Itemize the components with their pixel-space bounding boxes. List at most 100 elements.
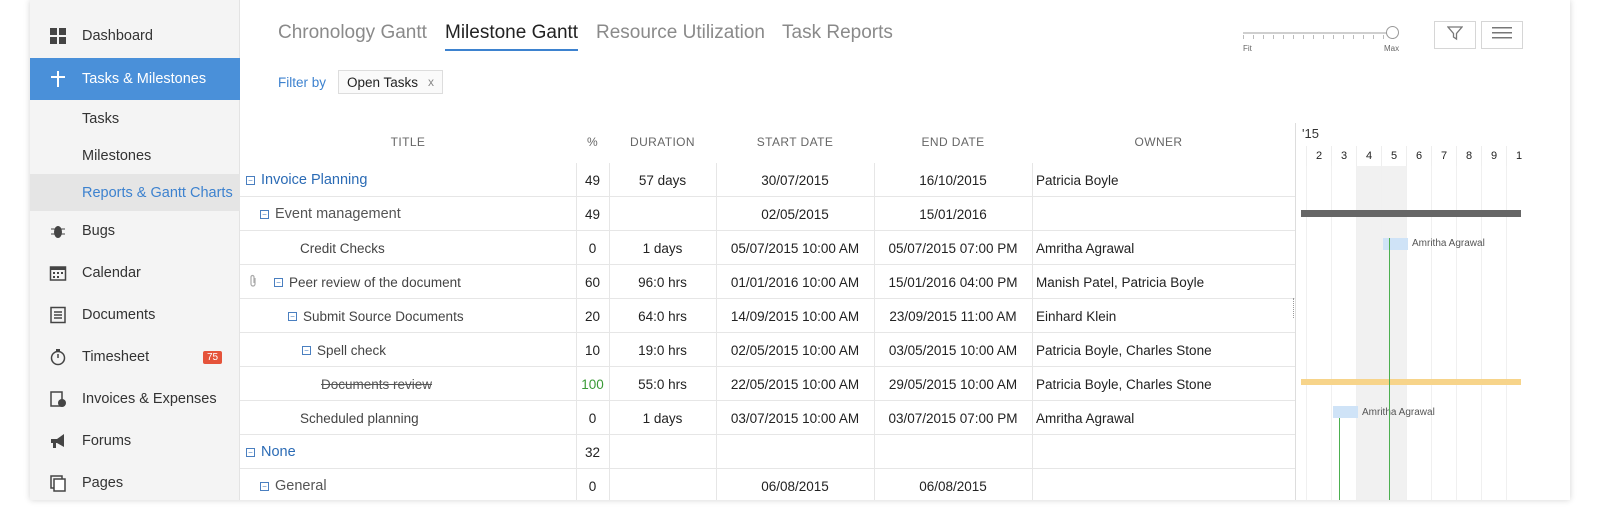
tab-resource-utilization[interactable]: Resource Utilization	[596, 22, 765, 44]
zoom-tick	[1323, 35, 1324, 39]
filter-chip-label: Open Tasks	[347, 74, 419, 90]
tab-task-reports[interactable]: Task Reports	[782, 22, 893, 44]
sidebar-item-forums[interactable]: Forums	[30, 420, 240, 462]
zoom-fit-label: Fit	[1243, 44, 1252, 53]
filter-chip-open-tasks[interactable]: Open Tasks x	[338, 70, 444, 94]
row-title[interactable]: Scheduled planning	[300, 411, 419, 426]
tab-milestone-gantt[interactable]: Milestone Gantt	[445, 22, 579, 51]
row-title-cell[interactable]: Documents review	[321, 367, 432, 401]
sidebar-item-label: Calendar	[82, 265, 141, 281]
row-percent: 0	[588, 410, 597, 426]
table-row[interactable]: Scheduled planning 0 1 days 03/07/2015 10:0…	[240, 401, 1295, 435]
row-start-date: 22/05/2015 10:00 AM	[730, 376, 860, 392]
gantt-bar-label: Amritha Agrawal	[1412, 238, 1485, 249]
gantt-day-label: 1	[1506, 146, 1531, 166]
menu-button[interactable]	[1481, 21, 1523, 49]
tasks-icon	[48, 69, 68, 89]
sidebar-subitem-tasks[interactable]: Tasks	[30, 100, 240, 137]
row-title-cell[interactable]: − Submit Source Documents	[288, 299, 464, 333]
table-row[interactable]: − Event management 49 02/05/2015 15/01/2016	[240, 197, 1295, 231]
row-title[interactable]: General	[275, 478, 327, 494]
sidebar-item-dashboard[interactable]: Dashboard	[30, 15, 240, 57]
row-end-date	[874, 435, 1032, 469]
row-title-cell[interactable]: − General	[260, 469, 327, 500]
sidebar-item-invoices[interactable]: Invoices & Expenses	[30, 378, 240, 420]
collapse-toggle-icon[interactable]: −	[246, 447, 255, 457]
gantt-summary-bar[interactable]	[1301, 210, 1521, 217]
row-title[interactable]: Invoice Planning	[261, 172, 367, 188]
row-title[interactable]: Documents review	[321, 377, 432, 392]
gantt-day-label: 3	[1331, 146, 1356, 166]
row-percent: 10	[584, 342, 601, 358]
zoom-tick	[1343, 35, 1344, 39]
filter-button[interactable]	[1434, 21, 1476, 49]
gantt-day-label: 8	[1456, 146, 1481, 166]
tab-chronology-gantt[interactable]: Chronology Gantt	[278, 22, 427, 44]
table-row[interactable]: − Invoice Planning 49 57 days 30/07/2015 16/1…	[240, 163, 1295, 197]
collapse-toggle-icon[interactable]: −	[260, 209, 269, 219]
zoom-tick	[1273, 35, 1274, 39]
row-title-cell[interactable]: Credit Checks	[300, 231, 385, 265]
sidebar-subitem-milestones[interactable]: Milestones	[30, 137, 240, 174]
gantt-task-bar[interactable]	[1333, 406, 1358, 418]
gantt-task-bar[interactable]	[1383, 238, 1408, 250]
table-row[interactable]: Credit Checks 0 1 days 05/07/2015 10:00 AM 0…	[240, 231, 1295, 265]
zoom-slider[interactable]	[1243, 32, 1395, 34]
table-row[interactable]: − Spell check 10 19:0 hrs 02/05/2015 10:00 A…	[240, 333, 1295, 367]
remove-filter-icon[interactable]: x	[428, 75, 434, 89]
timesheet-count-badge: 75	[203, 350, 223, 364]
gantt-day-label: 9	[1481, 146, 1506, 166]
sidebar-item-documents[interactable]: Documents	[30, 294, 240, 336]
table-row[interactable]: − General 0 06/08/2015 06/08/2015	[240, 469, 1295, 500]
sidebar-item-bugs[interactable]: Bugs	[30, 210, 240, 252]
collapse-toggle-icon[interactable]: −	[260, 481, 269, 491]
sidebar-item-timesheet[interactable]: Timesheet 75	[30, 336, 240, 378]
megaphone-icon	[48, 431, 68, 451]
collapse-toggle-icon[interactable]: −	[288, 311, 297, 321]
gantt-done-bar[interactable]	[1301, 379, 1521, 385]
row-title-cell[interactable]: − Invoice Planning	[246, 163, 367, 197]
zoom-slider-thumb[interactable]	[1386, 26, 1399, 39]
row-duration	[609, 197, 716, 231]
sidebar-item-label: Timesheet	[82, 349, 150, 365]
row-start-date: 03/07/2015 10:00 AM	[730, 410, 860, 426]
row-start-date: 02/05/2015 10:00 AM	[730, 342, 860, 358]
row-owner: Patricia Boyle, Charles Stone	[1036, 342, 1212, 358]
app-window: Dashboard Tasks & Milestones Tasks Miles…	[30, 0, 1570, 500]
gantt-dependency-line	[1339, 418, 1340, 500]
row-owner: Patricia Boyle, Charles Stone	[1036, 376, 1212, 392]
document-icon	[48, 305, 68, 325]
row-title[interactable]: None	[261, 444, 296, 460]
collapse-toggle-icon[interactable]: −	[246, 175, 255, 185]
collapse-toggle-icon[interactable]: −	[302, 345, 311, 355]
row-title-cell[interactable]: − None	[246, 435, 296, 469]
row-title-cell[interactable]: − Peer review of the document	[250, 265, 461, 299]
zoom-tick	[1363, 35, 1364, 39]
row-title[interactable]: Submit Source Documents	[303, 309, 464, 324]
row-title-cell[interactable]: − Event management	[260, 197, 401, 231]
row-end-date: 23/09/2015 11:00 AM	[889, 308, 1017, 324]
table-row[interactable]: − Peer review of the document 60 96:0 hrs 01…	[240, 265, 1295, 299]
row-title[interactable]: Peer review of the document	[289, 275, 461, 290]
zoom-tick	[1353, 35, 1354, 39]
zoom-tick	[1293, 35, 1294, 39]
attachment-icon[interactable]	[248, 274, 258, 291]
table-row[interactable]: − None 32	[240, 435, 1295, 469]
row-duration: 1 days	[642, 240, 683, 256]
collapse-toggle-icon[interactable]: −	[274, 277, 283, 287]
sidebar-item-pages[interactable]: Pages	[30, 462, 240, 500]
sidebar-item-label: Documents	[82, 307, 156, 323]
row-title[interactable]: Credit Checks	[300, 241, 385, 256]
header-owner: OWNER	[1134, 135, 1183, 149]
row-title-cell[interactable]: − Spell check	[302, 333, 386, 367]
calendar-icon	[48, 263, 68, 283]
table-row[interactable]: − Submit Source Documents 20 64:0 hrs 14/09/…	[240, 299, 1295, 333]
sidebar-item-tasks-milestones[interactable]: Tasks & Milestones	[30, 58, 240, 100]
row-title-cell[interactable]: Scheduled planning	[300, 401, 419, 435]
zoom-tick	[1333, 35, 1334, 39]
sidebar-item-calendar[interactable]: Calendar	[30, 252, 240, 294]
row-title[interactable]: Spell check	[317, 343, 386, 358]
table-row[interactable]: Documents review 100 55:0 hrs 22/05/2015 10…	[240, 367, 1295, 401]
row-title[interactable]: Event management	[275, 206, 401, 222]
sidebar-subitem-reports[interactable]: Reports & Gantt Charts	[30, 174, 240, 211]
